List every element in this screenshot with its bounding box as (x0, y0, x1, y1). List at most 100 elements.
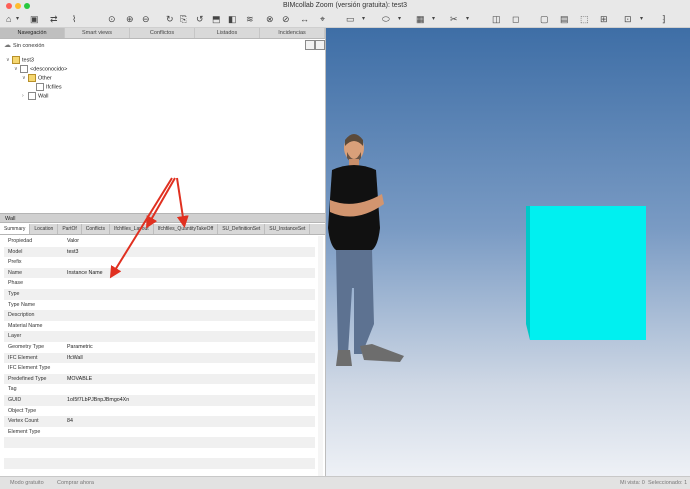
tab-smart-views[interactable]: Smart views (65, 28, 130, 38)
tab-su-definitionset[interactable]: SU_DefinitionSet (218, 224, 266, 234)
tab-navegacion[interactable]: Navegación (0, 28, 65, 38)
wall-object[interactable] (526, 206, 646, 340)
box-icon[interactable]: ▤ (560, 13, 569, 25)
wall-icon (28, 92, 36, 100)
ruler-icon[interactable]: ⊞ (600, 13, 608, 25)
save-icon[interactable]: ▣ (30, 13, 39, 25)
view-count: Mi vista: 0 (620, 480, 645, 486)
table-row[interactable]: Phase (4, 278, 315, 289)
rotate-icon[interactable]: ↺ (196, 13, 204, 25)
panel-tabs: Navegación Smart views Conflictos Listad… (0, 28, 325, 39)
tab-location[interactable]: Location (30, 224, 59, 234)
table-row (4, 458, 315, 470)
nav-cube-icon[interactable]: ⬚ (580, 13, 589, 25)
measure-tool-icon[interactable]: ⊡ (624, 13, 632, 25)
cloud-icon: ☁ (4, 42, 11, 49)
cube-icon[interactable]: ◫ (492, 13, 501, 25)
properties-table: Propiedad Valor Model test3 Prefix Name In… (4, 236, 315, 470)
person-figure (328, 134, 404, 366)
table-row[interactable]: IFC Element IfcWall (4, 352, 315, 364)
window-title: BIMcollab Zoom (versión gratuita): test3 (282, 2, 408, 9)
tab-ifchfiles-quantitytakeoff[interactable]: Ifchfiles_QuantityTakeOff (154, 224, 219, 234)
list-view-button[interactable] (305, 40, 315, 50)
table-row[interactable]: IFC Element Type (4, 363, 315, 374)
refresh-icon[interactable]: ↻ (166, 13, 174, 25)
grid-view-button[interactable] (315, 40, 325, 50)
layer-icon[interactable]: ≋ (246, 13, 254, 25)
table-row (4, 437, 315, 448)
table-row[interactable]: Prefix (4, 257, 315, 268)
tree-item-other[interactable]: ∨ Other (22, 74, 52, 82)
table-row[interactable]: Geometry Type Parametric (4, 342, 315, 353)
status-bar: Modo gratuito Comprar ahora Mi vista: 0 … (0, 476, 690, 489)
walk-icon[interactable]: ⌖ (320, 13, 325, 25)
mode-label: Modo gratuito (10, 480, 44, 486)
left-panel: Navegación Smart views Conflictos Listad… (0, 28, 326, 476)
tree-item-desconocido[interactable]: ∨ <desconocido> (14, 65, 67, 73)
dropdown-icon[interactable]: ▾ (362, 13, 365, 25)
frame-icon[interactable]: ▢ (540, 13, 549, 25)
table-row[interactable]: Model test3 (4, 246, 315, 258)
header-value: Valor (67, 238, 79, 244)
more-icon[interactable]: ⁆ (662, 13, 666, 25)
table-row[interactable]: Description (4, 310, 315, 321)
table-row[interactable]: Type Name (4, 300, 315, 311)
tab-listados[interactable]: Listados (195, 28, 260, 38)
table-row[interactable]: Object Type (4, 406, 315, 417)
copy-icon[interactable]: ⎘ (180, 13, 187, 25)
buy-now-link[interactable]: Comprar ahora (57, 480, 94, 486)
main-toolbar: ⌂ ▾ ▣ ⇄ ⌇ ⊙ ⊕ ⊖ ↻ ⎘ ↺ ⬒ ◧ ≋ ⊗ ⊘ ↔ ⌖ ▭ ▾ … (0, 11, 690, 28)
properties-section-title: Wall (0, 213, 325, 223)
hide-icon[interactable]: ⊖ (142, 13, 150, 25)
table-row[interactable]: Material Name (4, 321, 315, 332)
dropdown-icon[interactable]: ▾ (640, 13, 643, 25)
table-row[interactable]: Predefined Type MOVABLE (4, 373, 315, 385)
selection-icon[interactable]: ⇄ (50, 13, 58, 25)
grid-icon[interactable]: ▦ (416, 13, 425, 25)
properties-tabs: Summary Location PartOf Conflicts Ifchfi… (0, 224, 325, 235)
plane-icon[interactable]: ▭ (346, 13, 355, 25)
tab-incidencias[interactable]: Incidencias (260, 28, 325, 38)
selected-count: Seleccionado: 1 (648, 480, 688, 486)
properties-scrollbar[interactable] (318, 236, 323, 476)
ellipse-icon[interactable]: ⬭ (382, 13, 390, 25)
orbit-icon[interactable]: ↔ (300, 13, 309, 25)
tree-item-wall[interactable]: › Wall (22, 92, 49, 100)
section-icon[interactable]: ⬒ (212, 13, 221, 25)
dropdown-icon[interactable]: ▾ (16, 13, 19, 25)
table-header: Propiedad Valor (4, 236, 315, 247)
tab-partof[interactable]: PartOf (58, 224, 82, 234)
pan-icon[interactable]: ⊘ (282, 13, 290, 25)
tab-su-instanceset[interactable]: SU_InstanceSet (265, 224, 311, 234)
header-key: Propiedad (8, 238, 33, 244)
dropdown-icon[interactable]: ▾ (432, 13, 435, 25)
tab-summary[interactable]: Summary (0, 224, 31, 234)
title-bar: BIMcollab Zoom (versión gratuita): test3 (0, 0, 690, 11)
tab-conflictos[interactable]: Conflictos (130, 28, 195, 38)
open-icon[interactable]: ⌂ (6, 13, 11, 25)
dropdown-icon[interactable]: ▾ (466, 13, 469, 25)
table-row[interactable]: Vertex Count 84 (4, 416, 315, 427)
tab-ifchfiles-layout[interactable]: Ifchfiles_Layout (110, 224, 154, 234)
tree-item-ifcfiles[interactable]: Ifcfiles (30, 83, 62, 91)
measure-icon[interactable]: ⌇ (72, 13, 76, 25)
table-row[interactable]: GUID 1oI5f7LbPJBnpJBmgo4Xn (4, 394, 315, 406)
zoom-icon[interactable]: ⊗ (266, 13, 274, 25)
add-icon[interactable]: ⊕ (126, 13, 134, 25)
tree-item-test3[interactable]: ∨ test3 (6, 56, 34, 64)
building-icon (20, 65, 28, 73)
table-row[interactable]: Type (4, 288, 315, 300)
dropdown-icon[interactable]: ▾ (398, 13, 401, 25)
table-row[interactable]: Name Instance Name (4, 267, 315, 279)
show-icon[interactable]: ⊙ (108, 13, 116, 25)
folder-icon (28, 74, 36, 82)
table-row[interactable]: Element Type (4, 427, 315, 438)
table-row[interactable]: Tag (4, 384, 315, 395)
palette-icon[interactable]: ◧ (228, 13, 237, 25)
square-icon[interactable]: ◻ (512, 13, 519, 25)
table-row (4, 448, 315, 459)
tab-conflicts[interactable]: Conflicts (82, 224, 110, 234)
3d-viewport[interactable] (326, 28, 690, 476)
table-row[interactable]: Layer (4, 331, 315, 342)
clip-icon[interactable]: ✂ (450, 13, 458, 25)
